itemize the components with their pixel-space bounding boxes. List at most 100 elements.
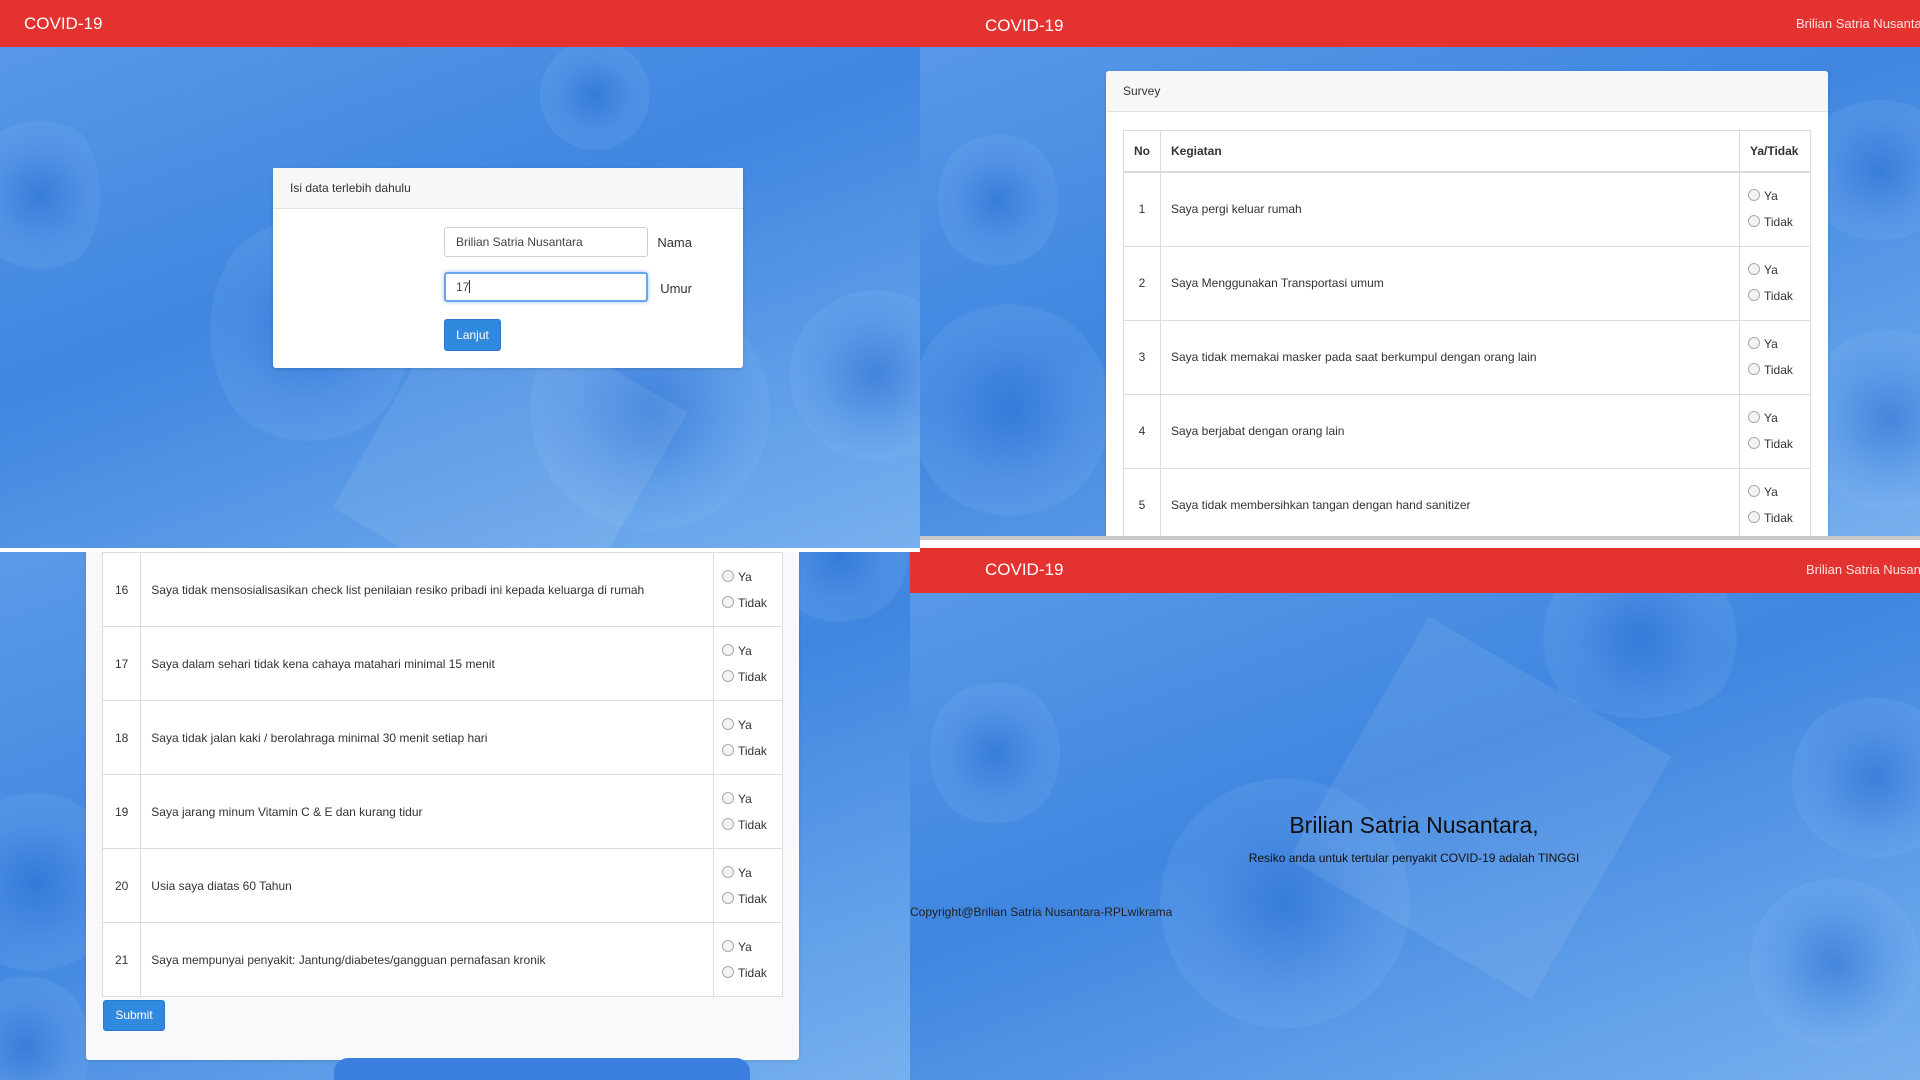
lanjut-button[interactable]: Lanjut bbox=[444, 319, 501, 351]
radio-circle-icon[interactable] bbox=[722, 669, 734, 682]
navbar: COVID-19 Brilian Satria Nusantara bbox=[920, 0, 1920, 47]
radio-ya[interactable]: Ya bbox=[1748, 183, 1802, 209]
radio-ya-label: Ya bbox=[1764, 485, 1778, 499]
radio-circle-icon[interactable] bbox=[722, 865, 734, 878]
radio-tidak[interactable]: Tidak bbox=[1748, 357, 1802, 383]
radio-tidak-label: Tidak bbox=[738, 595, 767, 610]
radio-circle-icon[interactable] bbox=[722, 791, 734, 804]
panel-form: COVID-19 Isi data terlebih dahulu Nama B… bbox=[0, 0, 920, 548]
radio-tidak-label: Tidak bbox=[1764, 437, 1793, 451]
bg-bubble bbox=[930, 678, 1060, 828]
radio-ya[interactable]: Ya bbox=[1748, 405, 1802, 431]
survey-table: No Kegiatan Ya/Tidak 1 Saya pergi keluar … bbox=[1123, 130, 1811, 540]
table-row: 18 Saya tidak jalan kaki / berolahraga mi… bbox=[101, 700, 783, 775]
row-number: 20 bbox=[101, 848, 142, 923]
panel-survey-bottom: 16 Saya tidak mensosialisasikan check lis… bbox=[0, 552, 910, 1080]
radio-circle-icon[interactable] bbox=[1748, 511, 1760, 523]
radio-tidak-label: Tidak bbox=[738, 669, 767, 684]
row-options: Ya Tidak bbox=[1739, 319, 1811, 395]
radio-circle-icon[interactable] bbox=[722, 569, 734, 582]
row-activity: Saya tidak mensosialisasikan check list … bbox=[140, 552, 714, 627]
text-cursor bbox=[469, 280, 471, 293]
radio-tidak[interactable]: Tidak bbox=[722, 960, 774, 986]
radio-circle-icon[interactable] bbox=[722, 817, 734, 830]
divider bbox=[0, 548, 920, 552]
navbar: COVID-19 bbox=[0, 0, 920, 47]
radio-circle-icon[interactable] bbox=[722, 891, 734, 904]
radio-tidak[interactable]: Tidak bbox=[722, 886, 774, 912]
table-row: 20 Usia saya diatas 60 Tahun Ya Tidak bbox=[101, 848, 783, 923]
brand-link[interactable]: COVID-19 bbox=[985, 16, 1063, 36]
survey-card: Survey No Kegiatan Ya/Tidak 1 Saya pergi … bbox=[1106, 71, 1828, 540]
radio-ya[interactable]: Ya bbox=[722, 786, 774, 812]
radio-tidak[interactable]: Tidak bbox=[722, 812, 774, 838]
table-row: 21 Saya mempunyai penyakit: Jantung/diabe… bbox=[101, 922, 783, 997]
brand-link[interactable]: COVID-19 bbox=[24, 14, 102, 34]
submit-button[interactable]: Submit bbox=[103, 1000, 165, 1031]
radio-ya[interactable]: Ya bbox=[722, 860, 774, 886]
row-activity: Saya tidak memakai masker pada saat berk… bbox=[1160, 319, 1740, 395]
row-number: 17 bbox=[101, 626, 142, 701]
radio-circle-icon[interactable] bbox=[722, 939, 734, 952]
table-header: No Kegiatan Ya/Tidak bbox=[1123, 130, 1811, 173]
radio-tidak[interactable]: Tidak bbox=[1748, 283, 1802, 309]
row-activity: Usia saya diatas 60 Tahun bbox=[140, 848, 714, 923]
row-activity: Saya Menggunakan Transportasi umum bbox=[1160, 245, 1740, 321]
nama-input[interactable]: Brilian Satria Nusantara bbox=[444, 227, 648, 257]
radio-circle-icon[interactable] bbox=[722, 717, 734, 730]
col-kegiatan: Kegiatan bbox=[1160, 130, 1740, 173]
radio-circle-icon[interactable] bbox=[722, 595, 734, 608]
radio-circle-icon[interactable] bbox=[1748, 189, 1760, 202]
radio-circle-icon[interactable] bbox=[1748, 215, 1760, 228]
radio-circle-icon[interactable] bbox=[1748, 411, 1760, 423]
row-number: 19 bbox=[101, 774, 142, 849]
radio-circle-icon[interactable] bbox=[722, 643, 734, 656]
bottom-blob bbox=[334, 1058, 750, 1080]
radio-ya[interactable]: Ya bbox=[722, 564, 774, 590]
row-number: 2 bbox=[1123, 245, 1161, 321]
radio-ya[interactable]: Ya bbox=[1748, 257, 1802, 283]
radio-tidak-label: Tidak bbox=[1764, 511, 1793, 525]
radio-tidak[interactable]: Tidak bbox=[722, 590, 774, 616]
table-row: 1 Saya pergi keluar rumah Ya Tidak bbox=[1123, 171, 1811, 247]
umur-input[interactable]: 17 bbox=[444, 272, 648, 302]
radio-ya[interactable]: Ya bbox=[722, 712, 774, 738]
row-activity: Saya mempunyai penyakit: Jantung/diabete… bbox=[140, 922, 714, 997]
radio-circle-icon[interactable] bbox=[1748, 337, 1760, 349]
radio-circle-icon[interactable] bbox=[1748, 289, 1760, 301]
table-row: 5 Saya tidak membersihkan tangan dengan h… bbox=[1123, 467, 1811, 540]
radio-tidak-label: Tidak bbox=[1764, 289, 1793, 303]
radio-circle-icon[interactable] bbox=[1748, 485, 1760, 497]
radio-circle-icon[interactable] bbox=[722, 743, 734, 756]
radio-tidak[interactable]: Tidak bbox=[722, 738, 774, 764]
radio-tidak-label: Tidak bbox=[1764, 215, 1793, 230]
radio-ya[interactable]: Ya bbox=[1748, 479, 1802, 505]
row-options: Ya Tidak bbox=[713, 700, 783, 775]
radio-circle-icon[interactable] bbox=[1748, 363, 1760, 375]
radio-tidak[interactable]: Tidak bbox=[1748, 431, 1802, 457]
card-title: Survey bbox=[1106, 71, 1828, 112]
row-activity: Saya jarang minum Vitamin C & E dan kura… bbox=[140, 774, 714, 849]
radio-circle-icon[interactable] bbox=[722, 965, 734, 978]
radio-ya[interactable]: Ya bbox=[722, 934, 774, 960]
table-row: 19 Saya jarang minum Vitamin C & E dan ku… bbox=[101, 774, 783, 849]
radio-circle-icon[interactable] bbox=[1748, 437, 1760, 449]
radio-tidak[interactable]: Tidak bbox=[722, 664, 774, 690]
nav-user-name[interactable]: Brilian Satria Nusantara bbox=[1806, 562, 1920, 577]
nav-user-name[interactable]: Brilian Satria Nusantara bbox=[1796, 16, 1920, 31]
table-row: 4 Saya berjabat dengan orang lain Ya Tidak bbox=[1123, 393, 1811, 469]
radio-ya[interactable]: Ya bbox=[1748, 331, 1802, 357]
radio-tidak[interactable]: Tidak bbox=[1748, 505, 1802, 531]
scrollbar[interactable] bbox=[920, 536, 1920, 540]
row-number: 4 bbox=[1123, 393, 1161, 469]
data-form-card: Isi data terlebih dahulu Nama Brilian Sa… bbox=[273, 168, 743, 368]
radio-tidak-label: Tidak bbox=[738, 817, 767, 832]
radio-tidak[interactable]: Tidak bbox=[1748, 209, 1802, 235]
radio-circle-icon[interactable] bbox=[1748, 263, 1760, 275]
table-row: 3 Saya tidak memakai masker pada saat ber… bbox=[1123, 319, 1811, 395]
row-activity: Saya pergi keluar rumah bbox=[1160, 171, 1740, 247]
row-activity: Saya dalam sehari tidak kena cahaya mata… bbox=[140, 626, 714, 701]
radio-ya[interactable]: Ya bbox=[722, 638, 774, 664]
brand-link[interactable]: COVID-19 bbox=[985, 560, 1063, 580]
radio-ya-label: Ya bbox=[1764, 411, 1778, 425]
